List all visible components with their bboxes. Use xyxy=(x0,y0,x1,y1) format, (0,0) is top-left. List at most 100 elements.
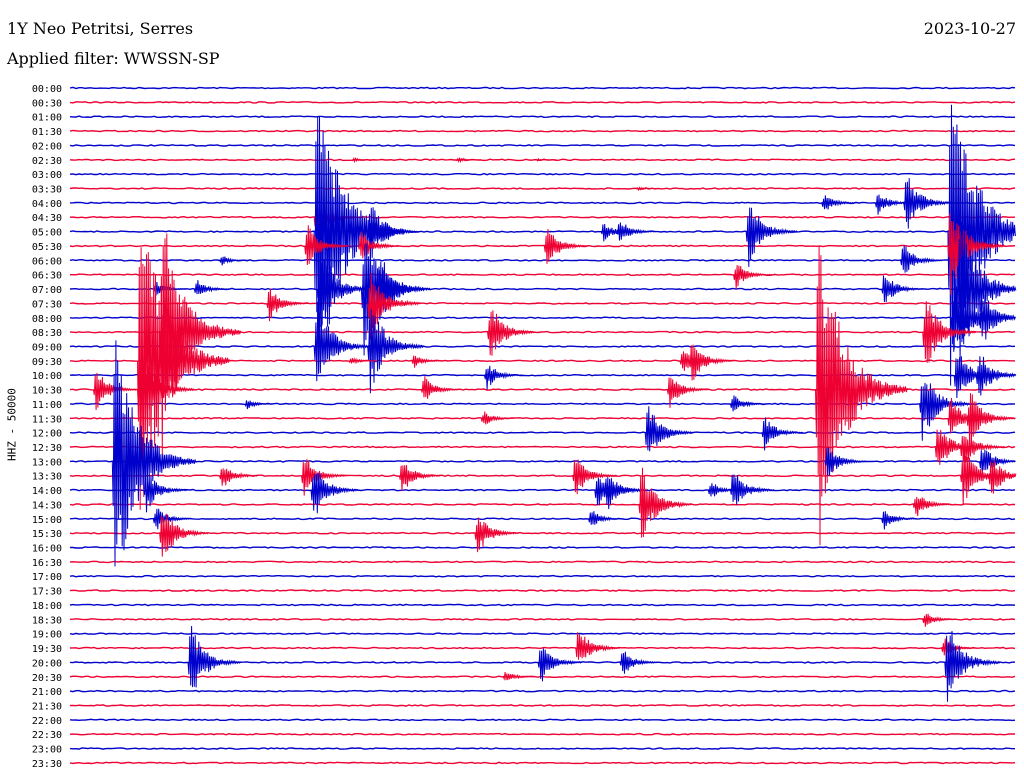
event-waveform xyxy=(543,229,589,264)
trace-line xyxy=(69,445,1016,449)
row-time-label: 11:30 xyxy=(32,414,62,425)
row-time-label: 03:30 xyxy=(32,185,62,196)
trace-line xyxy=(70,546,1016,549)
row-time-label: 16:00 xyxy=(32,544,62,555)
row-time-label: 23:30 xyxy=(32,759,62,770)
trace-line xyxy=(69,86,1016,90)
trace-line xyxy=(69,215,1015,219)
event-waveform xyxy=(912,496,953,517)
event-waveform xyxy=(244,400,275,410)
trace-line xyxy=(69,617,1016,621)
row-time-label: 09:30 xyxy=(32,357,62,368)
trace-line xyxy=(69,316,1016,320)
row-time-label: 04:00 xyxy=(32,199,62,210)
trace-line xyxy=(69,761,1016,765)
trace-line xyxy=(69,373,1016,377)
trace-line xyxy=(69,632,1016,636)
trace-line xyxy=(69,258,1015,262)
row-time-label: 05:00 xyxy=(32,228,62,239)
row-time-label: 08:00 xyxy=(32,314,62,325)
event-waveform xyxy=(644,406,695,452)
trace-line xyxy=(69,172,1016,176)
row-time-label: 13:00 xyxy=(32,457,62,468)
event-waveform xyxy=(219,468,259,486)
event-waveform xyxy=(187,625,242,688)
event-waveform xyxy=(761,417,804,451)
trace-line xyxy=(69,115,1016,119)
trace-line xyxy=(69,402,1016,406)
row-time-label: 19:30 xyxy=(32,644,62,655)
row-time-label: 00:00 xyxy=(32,84,62,95)
row-time-label: 03:00 xyxy=(32,170,62,181)
trace-line xyxy=(69,302,1016,305)
event-waveform xyxy=(480,411,515,425)
row-time-label: 16:30 xyxy=(32,558,62,569)
trace-line xyxy=(70,704,1016,707)
trace-line xyxy=(69,603,1016,607)
row-time-label: 18:00 xyxy=(32,601,62,612)
row-time-label: 12:30 xyxy=(32,443,62,454)
trace-line xyxy=(69,574,1016,578)
row-time-label: 01:00 xyxy=(32,113,62,124)
event-waveform xyxy=(900,245,943,273)
trace-line xyxy=(69,244,1016,248)
event-waveform xyxy=(881,275,924,303)
row-time-label: 13:30 xyxy=(32,472,62,483)
trace-line xyxy=(69,531,1016,535)
row-time-label: 17:00 xyxy=(32,572,62,583)
trace-line xyxy=(69,431,1016,434)
row-time-label: 10:30 xyxy=(32,386,62,397)
trace-line xyxy=(69,474,1015,478)
row-time-label: 19:00 xyxy=(32,630,62,641)
row-time-label: 11:00 xyxy=(32,400,62,411)
trace-line xyxy=(69,101,1016,104)
trace-line xyxy=(69,488,1016,492)
event-waveform xyxy=(616,222,656,241)
trace-line xyxy=(69,560,1016,564)
row-time-label: 06:00 xyxy=(32,256,62,267)
row-time-label: 18:30 xyxy=(32,615,62,626)
trace-line xyxy=(69,144,1016,147)
trace-line xyxy=(69,589,1016,592)
row-time-label: 07:00 xyxy=(32,285,62,296)
trace-line xyxy=(70,416,1016,420)
row-time-label: 09:00 xyxy=(32,342,62,353)
event-waveform xyxy=(733,265,773,290)
trace-line xyxy=(69,503,1016,506)
row-time-label: 05:30 xyxy=(32,242,62,253)
row-time-label: 06:30 xyxy=(32,271,62,282)
row-time-label: 00:30 xyxy=(32,98,62,109)
trace-line xyxy=(69,201,1016,205)
event-waveform xyxy=(193,280,230,295)
trace-line xyxy=(69,345,1016,348)
row-time-label: 04:30 xyxy=(32,213,62,224)
row-time-label: 21:00 xyxy=(32,687,62,698)
event-waveform xyxy=(411,355,444,368)
event-waveform xyxy=(420,376,461,399)
event-waveform xyxy=(483,365,524,390)
row-time-label: 14:00 xyxy=(32,486,62,497)
event-waveform xyxy=(729,474,775,505)
event-waveform xyxy=(455,157,482,164)
row-time-label: 20:00 xyxy=(32,658,62,669)
event-waveform xyxy=(821,195,858,210)
row-time-label: 02:00 xyxy=(32,141,62,152)
event-waveform xyxy=(143,474,189,513)
row-time-label: 10:00 xyxy=(32,371,62,382)
event-waveform xyxy=(266,288,309,322)
row-time-label: 21:30 xyxy=(32,701,62,712)
event-waveform xyxy=(619,651,659,674)
event-waveform xyxy=(379,221,420,242)
event-waveform xyxy=(159,513,209,557)
row-time-label: 08:30 xyxy=(32,328,62,339)
trace-line xyxy=(69,460,1016,463)
event-waveform xyxy=(922,613,957,627)
event-waveform xyxy=(638,467,693,538)
trace-line xyxy=(69,747,1015,750)
event-waveform xyxy=(988,459,1017,494)
trace-line xyxy=(69,230,1016,233)
trace-line xyxy=(69,732,1015,736)
row-time-label: 02:30 xyxy=(32,156,62,167)
event-waveform xyxy=(575,632,621,660)
seismogram-plot: 00:00 00:30 01:00 01:30 02:00 02:30 03:00 03:30… xyxy=(32,84,1017,770)
